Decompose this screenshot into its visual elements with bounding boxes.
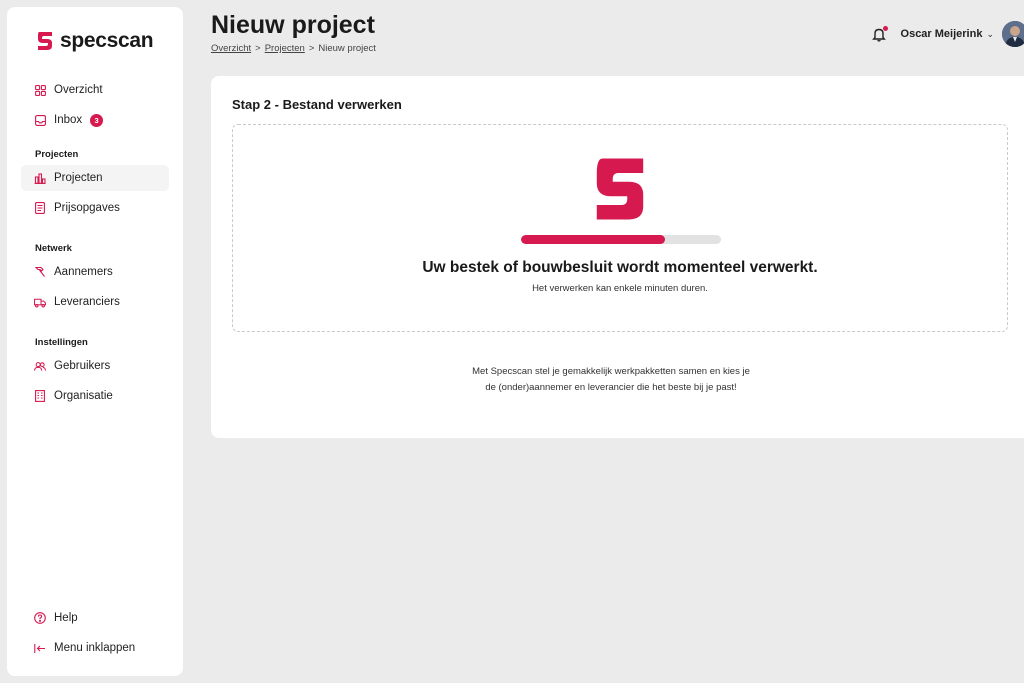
help-icon	[34, 612, 46, 624]
processing-submessage: Het verwerken kan enkele minuten duren.	[532, 283, 708, 294]
promo-text-line: de (onder)aannemer en leverancier die he…	[485, 382, 737, 393]
progress-fill	[521, 235, 665, 244]
promo-text: Met Specscan stel je gemakkelijk werkpak…	[411, 364, 811, 396]
sidebar-item-projecten[interactable]: Projecten	[21, 165, 169, 191]
hammer-icon	[34, 266, 46, 278]
user-menu[interactable]: Oscar Meijerink	[901, 28, 983, 40]
specscan-logo-icon	[38, 32, 52, 50]
breadcrumb-overzicht[interactable]: Overzicht	[211, 43, 251, 54]
specscan-logo-icon	[596, 158, 644, 220]
sidebar-item-label: Leveranciers	[54, 296, 120, 308]
sidebar-item-label: Inbox	[54, 114, 83, 126]
upload-card: Stap 2 - Bestand verwerken Uw bestek of …	[211, 76, 1024, 438]
collapse-icon	[34, 642, 46, 654]
sidebar-item-help[interactable]: Help	[21, 605, 169, 631]
breadcrumb: Overzicht > Projecten > Nieuw project	[211, 43, 376, 54]
sidebar-item-label: Help	[54, 612, 78, 624]
sidebar-item-label: Organisatie	[54, 390, 113, 402]
sidebar-item-label: Aannemers	[54, 266, 113, 278]
notification-dot	[882, 26, 888, 31]
sidebar-item-label: Overzicht	[54, 84, 103, 96]
user-area: Oscar Meijerink ⌄	[871, 20, 1024, 48]
users-icon	[34, 360, 46, 372]
sidebar-item-gebruikers[interactable]: Gebruikers	[21, 353, 169, 379]
section-label-projecten: Projecten	[35, 149, 79, 160]
avatar[interactable]	[1002, 21, 1024, 47]
sidebar-item-label: Prijsopgaves	[54, 202, 120, 214]
specscan-logo[interactable]: specscan	[35, 29, 154, 53]
logo-wordmark: specscan	[60, 29, 154, 52]
sidebar: specscan Overzicht Inbox 3 Projecten Pro…	[7, 7, 183, 676]
section-label-netwerk: Netwerk	[35, 243, 72, 254]
breadcrumb-projecten[interactable]: Projecten	[265, 43, 305, 54]
promo-text-line: Met Specscan stel je gemakkelijk werkpak…	[472, 366, 750, 377]
grid-icon	[34, 84, 46, 96]
sidebar-item-aannemers[interactable]: Aannemers	[21, 259, 169, 285]
truck-icon	[34, 296, 46, 308]
building-icon	[34, 390, 46, 402]
processing-panel: Uw bestek of bouwbesluit wordt momenteel…	[232, 124, 1008, 332]
progress-bar	[521, 235, 721, 244]
processing-message: Uw bestek of bouwbesluit wordt momenteel…	[422, 259, 818, 276]
inbox-icon	[34, 114, 46, 126]
breadcrumb-separator: >	[308, 43, 315, 54]
breadcrumb-separator: >	[255, 43, 261, 54]
sidebar-item-label: Projecten	[54, 172, 103, 184]
sidebar-item-leveranciers[interactable]: Leveranciers	[21, 289, 169, 315]
sidebar-item-label: Gebruikers	[54, 360, 111, 372]
chevron-down-icon[interactable]: ⌄	[986, 29, 994, 40]
collapse-menu-button[interactable]: Menu inklappen	[21, 635, 169, 661]
sidebar-item-overzicht[interactable]: Overzicht	[21, 77, 169, 103]
chart-icon	[34, 172, 46, 184]
inbox-count-badge: 3	[90, 113, 104, 127]
sidebar-item-label: Menu inklappen	[54, 642, 136, 654]
notification-bell[interactable]	[871, 26, 888, 42]
breadcrumb-current: Nieuw project	[318, 43, 376, 54]
step-title: Stap 2 - Bestand verwerken	[232, 97, 402, 112]
sidebar-item-prijsopgaves[interactable]: Prijsopgaves	[21, 195, 169, 221]
sidebar-item-inbox[interactable]: Inbox 3	[21, 107, 169, 133]
document-icon	[34, 202, 46, 214]
section-label-instellingen: Instellingen	[35, 337, 88, 348]
sidebar-item-organisatie[interactable]: Organisatie	[21, 383, 169, 409]
page-title: Nieuw project	[211, 11, 375, 39]
